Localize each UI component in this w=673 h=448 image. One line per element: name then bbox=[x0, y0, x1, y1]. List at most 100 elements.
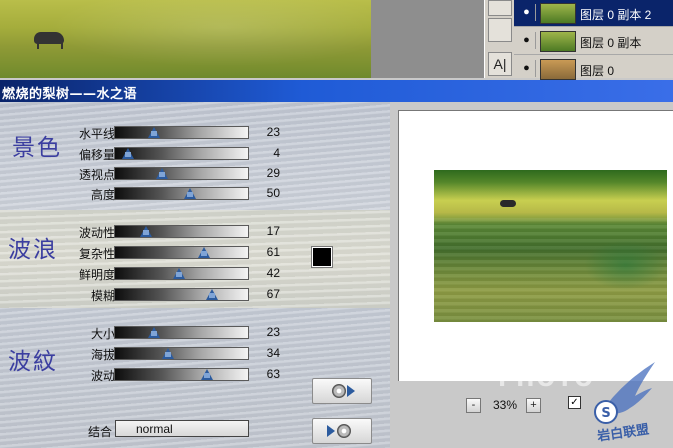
slider-offset: 偏移量 4 bbox=[58, 145, 288, 162]
eye-icon[interactable]: ● bbox=[518, 32, 536, 49]
slider-knob[interactable] bbox=[122, 148, 134, 159]
slider-track[interactable] bbox=[114, 326, 249, 339]
slider-label: 模糊 bbox=[90, 289, 115, 303]
slider-track[interactable] bbox=[114, 225, 249, 238]
slider-knob[interactable] bbox=[162, 348, 174, 359]
slider-value: 50 bbox=[266, 186, 280, 200]
preview-green-glow bbox=[584, 240, 667, 290]
slider-perspective: 透视点 29 bbox=[58, 165, 288, 182]
slider-knob[interactable] bbox=[201, 369, 213, 380]
slider-value: 17 bbox=[266, 224, 280, 238]
slider-label: 大小 bbox=[90, 327, 115, 341]
slider-knob[interactable] bbox=[206, 289, 218, 300]
layer-name: 图层 0 bbox=[580, 64, 615, 78]
slider-value: 29 bbox=[266, 166, 280, 180]
layers-panel: ● 图层 0 副本 2 ● 图层 0 副本 ● 图层 0 bbox=[514, 0, 673, 83]
slider-vividness: 鲜明度 42 bbox=[58, 265, 288, 282]
layer-name: 图层 0 副本 bbox=[580, 36, 642, 50]
slider-value: 4 bbox=[273, 146, 280, 160]
slider-knob[interactable] bbox=[148, 127, 160, 138]
dialog-title: 燃烧的梨树——水之语 bbox=[2, 87, 138, 102]
slider-value: 23 bbox=[266, 125, 280, 139]
filter-dialog: 燃烧的梨树——水之语 景色 波浪 波紋 水平线 23 偏移量 4 透视点 29 … bbox=[0, 80, 673, 448]
slider-track[interactable] bbox=[114, 288, 249, 301]
slider-track[interactable] bbox=[114, 167, 249, 180]
slider-value: 23 bbox=[266, 325, 280, 339]
type-tool-icon[interactable]: A| bbox=[488, 52, 512, 76]
layer-thumbnail bbox=[540, 59, 576, 80]
slider-track[interactable] bbox=[114, 147, 249, 160]
slider-label: 透视点 bbox=[78, 168, 115, 182]
slider-knob[interactable] bbox=[184, 188, 196, 199]
document-canvas[interactable] bbox=[0, 0, 371, 78]
slider-label: 鲜明度 bbox=[78, 268, 115, 282]
zoom-out-button[interactable]: - bbox=[466, 398, 481, 413]
slider-value: 34 bbox=[266, 346, 280, 360]
slider-volatility: 波动性 17 bbox=[58, 223, 288, 240]
prev-preset-button[interactable] bbox=[312, 418, 372, 444]
play-right-icon bbox=[347, 385, 355, 397]
slider-knob[interactable] bbox=[140, 226, 152, 237]
disc-icon bbox=[332, 384, 346, 398]
slider-label: 复杂性 bbox=[78, 247, 115, 261]
combine-mode-select[interactable]: normal bbox=[115, 420, 249, 437]
slider-value: 63 bbox=[266, 367, 280, 381]
section-title-scenery: 景色 bbox=[12, 135, 62, 161]
combine-label: 结合 bbox=[88, 425, 113, 439]
dialog-title-bar[interactable]: 燃烧的梨树——水之语 bbox=[0, 80, 673, 102]
slider-size: 大小 23 bbox=[58, 324, 288, 341]
slider-knob[interactable] bbox=[148, 327, 160, 338]
canvas-cow-silhouette bbox=[34, 32, 64, 49]
tool-button-top[interactable] bbox=[488, 0, 512, 16]
slider-value: 61 bbox=[266, 245, 280, 259]
slider-track[interactable] bbox=[114, 187, 249, 200]
slider-track[interactable] bbox=[114, 126, 249, 139]
svg-text:S: S bbox=[601, 406, 610, 421]
slider-complexity: 复杂性 61 bbox=[58, 244, 288, 261]
disc-icon bbox=[337, 424, 351, 438]
slider-horizon: 水平线 23 bbox=[58, 124, 288, 141]
tool-button[interactable] bbox=[488, 18, 512, 42]
canvas-background bbox=[371, 0, 484, 78]
layer-thumbnail bbox=[540, 3, 576, 24]
slider-undulation: 波动 63 bbox=[58, 366, 288, 383]
slider-altitude: 海拔 34 bbox=[58, 345, 288, 362]
layer-thumbnail bbox=[540, 31, 576, 52]
slider-value: 42 bbox=[266, 266, 280, 280]
slider-track[interactable] bbox=[114, 368, 249, 381]
zoom-level: 33% bbox=[493, 398, 518, 412]
preview-area: PHOTO - 33% + ✓ S 岩白联盟 bbox=[390, 102, 673, 448]
slider-value: 67 bbox=[266, 287, 280, 301]
slider-knob[interactable] bbox=[173, 268, 185, 279]
layer-row[interactable]: ● 图层 0 副本 2 bbox=[514, 0, 673, 27]
slider-label: 偏移量 bbox=[78, 148, 115, 162]
preview-image[interactable] bbox=[434, 170, 667, 322]
controls-panel: 景色 波浪 波紋 水平线 23 偏移量 4 透视点 29 高度 50 波动性 1 bbox=[0, 102, 390, 448]
zoom-in-button[interactable]: + bbox=[526, 398, 541, 413]
layer-name: 图层 0 副本 2 bbox=[580, 8, 652, 22]
slider-label: 波动 bbox=[90, 369, 115, 383]
tool-strip: A| bbox=[484, 0, 516, 78]
slider-track[interactable] bbox=[114, 347, 249, 360]
next-preset-button[interactable] bbox=[312, 378, 372, 404]
slider-knob[interactable] bbox=[156, 168, 168, 179]
layer-row[interactable]: ● 图层 0 bbox=[514, 56, 673, 83]
play-right-icon bbox=[327, 425, 335, 437]
wave-color-swatch[interactable] bbox=[311, 246, 333, 268]
slider-blur: 模糊 67 bbox=[58, 286, 288, 303]
eye-icon[interactable]: ● bbox=[518, 4, 536, 21]
slider-label: 水平线 bbox=[78, 127, 115, 141]
section-title-waves: 波浪 bbox=[8, 237, 58, 263]
eye-icon[interactable]: ● bbox=[518, 60, 536, 77]
slider-label: 波动性 bbox=[78, 226, 115, 240]
slider-track[interactable] bbox=[114, 267, 249, 280]
slider-knob[interactable] bbox=[198, 247, 210, 258]
slider-track[interactable] bbox=[114, 246, 249, 259]
slider-label: 海拔 bbox=[90, 348, 115, 362]
preview-frame bbox=[398, 110, 673, 381]
slider-height: 高度 50 bbox=[58, 185, 288, 202]
layer-row[interactable]: ● 图层 0 副本 bbox=[514, 28, 673, 55]
slider-label: 高度 bbox=[90, 188, 115, 202]
section-title-ripples: 波紋 bbox=[8, 349, 58, 375]
preview-cow bbox=[500, 200, 516, 207]
